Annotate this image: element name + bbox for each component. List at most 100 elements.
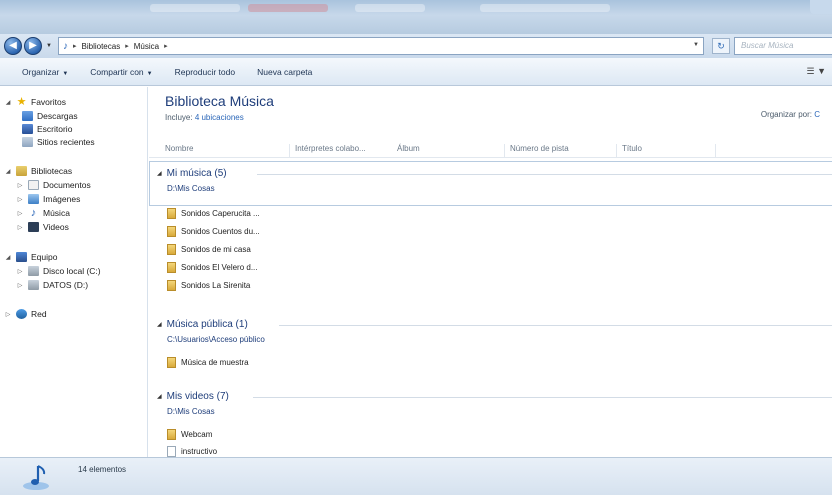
sidebar-favorites[interactable]: ◢ ★ Favoritos xyxy=(4,96,66,108)
address-bar[interactable]: ♪ ▸ Bibliotecas ▸ Música ▸ ▼ xyxy=(58,37,704,55)
group-header[interactable]: ◢ Mi música (5) xyxy=(157,168,227,179)
arrange-by-value[interactable]: C xyxy=(814,110,820,119)
sidebar-label: Imágenes xyxy=(43,194,81,204)
list-item[interactable]: Sonidos La Sirenita xyxy=(167,280,250,291)
history-dropdown-icon[interactable]: ▼ xyxy=(46,43,52,49)
sidebar-libraries[interactable]: ◢ Bibliotecas xyxy=(4,166,72,176)
folder-icon xyxy=(167,280,176,291)
search-input[interactable]: Buscar Música xyxy=(734,37,832,55)
group-title: Mi música (5) xyxy=(166,168,227,179)
list-item[interactable]: Sonidos Caperucita ... xyxy=(167,208,260,219)
navigation-bar: ◀ ▶ ▼ ♪ ▸ Bibliotecas ▸ Música ▸ ▼ ↻ Bus… xyxy=(0,34,832,58)
column-headers: Nombre Intérpretes colabo... Álbum Númer… xyxy=(149,138,832,158)
sidebar-computer[interactable]: ◢ Equipo xyxy=(4,252,57,262)
folder-icon xyxy=(167,244,176,255)
star-icon: ★ xyxy=(16,96,27,108)
selected-group-highlight xyxy=(149,161,832,206)
group-title: Música pública (1) xyxy=(166,319,248,330)
includes-locations-link[interactable]: 4 ubicaciones xyxy=(195,113,244,122)
sidebar-item-images[interactable]: ▷ Imágenes xyxy=(16,194,80,204)
chevron-down-icon: ▼ xyxy=(146,70,153,77)
sidebar-network[interactable]: ▷ Red xyxy=(4,309,47,319)
sidebar-item-local-disk[interactable]: ▷ Disco local (C:) xyxy=(16,266,101,276)
group-path[interactable]: D:\Mis Cosas xyxy=(167,407,215,416)
column-album[interactable]: Álbum xyxy=(397,144,420,153)
list-item[interactable]: Webcam xyxy=(167,429,212,440)
chevron-right-icon[interactable]: ▷ xyxy=(16,282,24,289)
organize-label: Organizar xyxy=(22,66,60,77)
share-menu[interactable]: Compartir con ▼ xyxy=(90,67,152,77)
column-artists[interactable]: Intérpretes colabo... xyxy=(295,144,366,153)
file-icon xyxy=(167,446,176,457)
play-all-button[interactable]: Reproducir todo xyxy=(175,67,235,77)
sidebar-item-recent[interactable]: Sitios recientes xyxy=(22,137,95,147)
music-library-icon xyxy=(23,465,49,490)
drive-icon xyxy=(28,280,39,290)
chevron-right-icon[interactable]: ▷ xyxy=(4,311,12,318)
chevron-right-icon[interactable]: ▷ xyxy=(16,268,24,275)
collapse-icon[interactable]: ◢ xyxy=(157,170,162,177)
group-header[interactable]: ◢ Mis videos (7) xyxy=(157,391,229,402)
arrange-by[interactable]: Organizar por: C xyxy=(761,110,820,119)
list-item[interactable]: instructivo xyxy=(167,446,217,457)
library-title: Biblioteca Música xyxy=(165,93,274,109)
view-options-icon[interactable]: ☰ ▼ xyxy=(807,66,826,77)
sidebar-item-downloads[interactable]: Descargas xyxy=(22,111,78,121)
column-track-number[interactable]: Número de pista xyxy=(510,144,569,153)
expand-icon[interactable]: ◢ xyxy=(4,254,12,261)
chevron-right-icon[interactable]: ▷ xyxy=(16,210,24,217)
sidebar-item-desktop[interactable]: Escritorio xyxy=(22,124,72,134)
folder-icon xyxy=(167,262,176,273)
collapse-icon[interactable]: ◢ xyxy=(157,393,162,400)
chevron-right-icon[interactable]: ▷ xyxy=(16,182,24,189)
column-name[interactable]: Nombre xyxy=(165,144,193,153)
sidebar-item-videos[interactable]: ▷ Videos xyxy=(16,222,69,232)
sidebar-item-documents[interactable]: ▷ Documentos xyxy=(16,180,91,190)
list-item[interactable]: Sonidos Cuentos du... xyxy=(167,226,260,237)
folder-icon xyxy=(167,429,176,440)
navigation-pane: ◢ ★ Favoritos Descargas Escritorio Sitio… xyxy=(0,87,148,457)
folder-icon xyxy=(167,226,176,237)
item-name: Sonidos El Velero d... xyxy=(181,263,258,272)
organize-menu[interactable]: Organizar ▼ xyxy=(22,67,68,77)
breadcrumb-separator-icon[interactable]: ▸ xyxy=(164,42,168,50)
item-count: 14 elementos xyxy=(78,465,127,474)
chevron-right-icon[interactable]: ▷ xyxy=(16,196,24,203)
command-bar: Organizar ▼ Compartir con ▼ Reproducir tod… xyxy=(0,58,832,86)
images-icon xyxy=(28,194,39,204)
sidebar-label: Descargas xyxy=(37,111,78,121)
refresh-button[interactable]: ↻ xyxy=(712,38,730,54)
chevron-right-icon[interactable]: ▷ xyxy=(16,224,24,231)
blurred-tab xyxy=(480,4,610,12)
computer-icon xyxy=(16,252,27,262)
breadcrumb-libraries[interactable]: Bibliotecas xyxy=(82,42,121,51)
breadcrumb-separator-icon[interactable]: ▸ xyxy=(125,42,129,50)
column-title[interactable]: Título xyxy=(622,144,642,153)
item-name: Sonidos Caperucita ... xyxy=(181,209,260,218)
sidebar-item-music[interactable]: ▷ ♪ Música xyxy=(16,208,70,219)
item-name: Sonidos La Sirenita xyxy=(181,281,251,290)
list-item[interactable]: Sonidos El Velero d... xyxy=(167,262,258,273)
forward-button[interactable]: ▶ xyxy=(24,37,42,55)
group-path[interactable]: C:\Usuarios\Acceso público xyxy=(167,335,265,344)
collapse-icon[interactable]: ◢ xyxy=(157,321,162,328)
new-folder-button[interactable]: Nueva carpeta xyxy=(257,67,312,77)
folder-icon xyxy=(167,208,176,219)
status-bar: 14 elementos xyxy=(0,457,832,495)
breadcrumb-music[interactable]: Música xyxy=(134,42,159,51)
close-button[interactable] xyxy=(810,0,832,14)
library-includes: Incluye: 4 ubicaciones xyxy=(165,113,244,122)
network-icon xyxy=(16,309,27,319)
list-item[interactable]: Sonidos de mi casa xyxy=(167,244,251,255)
back-button[interactable]: ◀ xyxy=(4,37,22,55)
address-dropdown-icon[interactable]: ▼ xyxy=(693,42,699,48)
list-item[interactable]: Música de muestra xyxy=(167,357,249,368)
group-path[interactable]: D:\Mis Cosas xyxy=(167,184,215,193)
sidebar-label: Documentos xyxy=(43,180,91,190)
expand-icon[interactable]: ◢ xyxy=(4,168,12,175)
sidebar-item-data-drive[interactable]: ▷ DATOS (D:) xyxy=(16,280,88,290)
breadcrumb-separator-icon[interactable]: ▸ xyxy=(73,42,77,50)
item-name: Webcam xyxy=(181,430,213,439)
expand-icon[interactable]: ◢ xyxy=(4,99,12,106)
group-header[interactable]: ◢ Música pública (1) xyxy=(157,319,248,330)
